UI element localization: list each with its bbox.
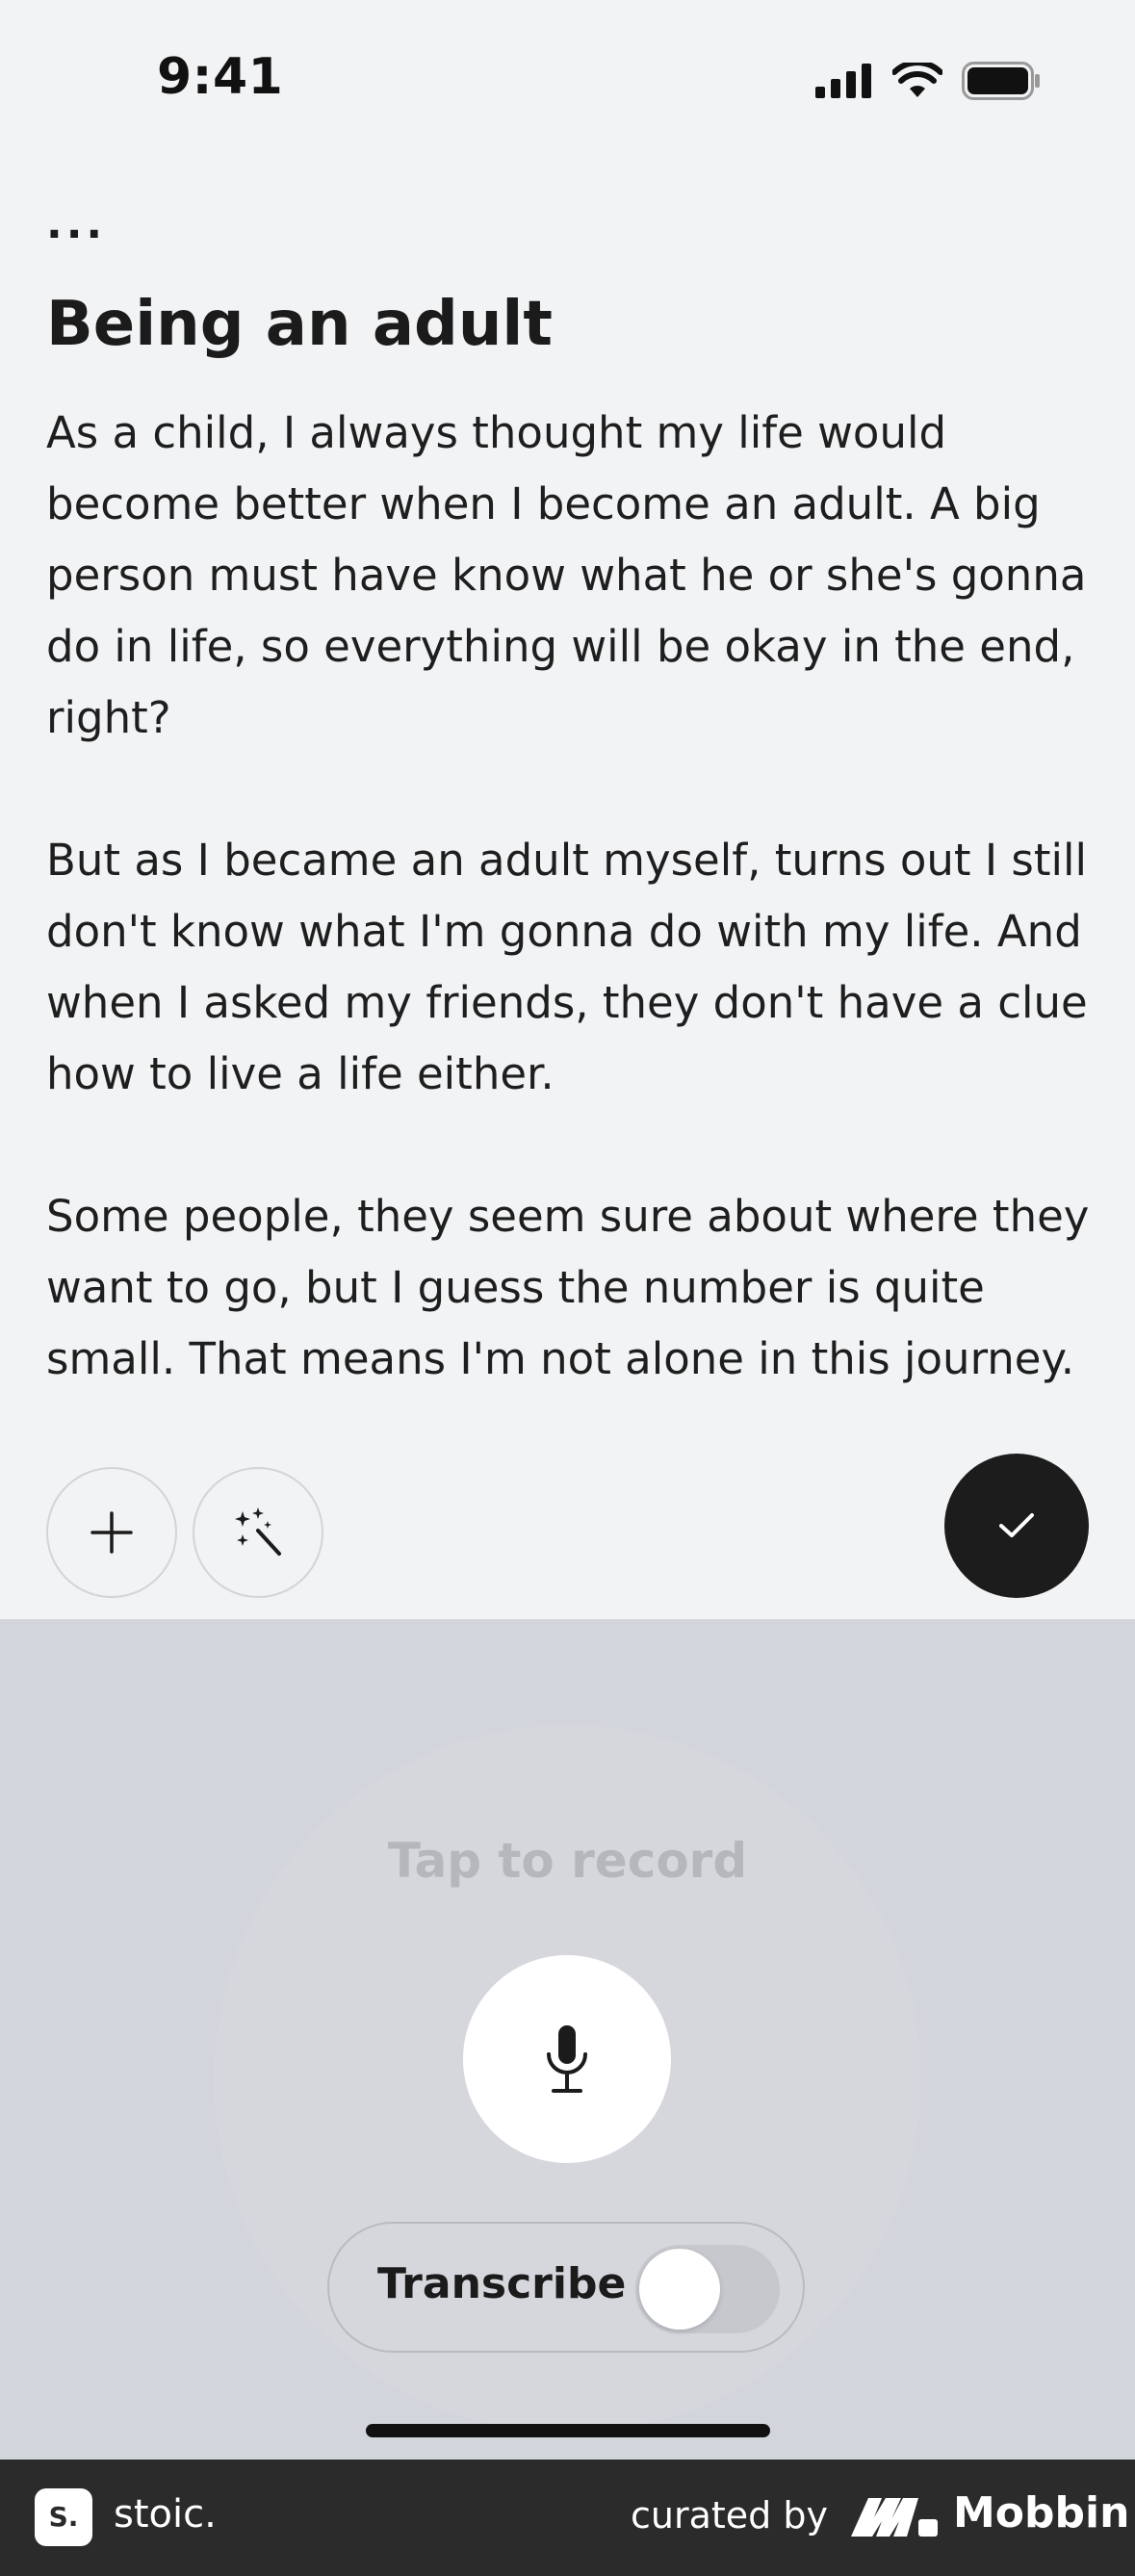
done-button[interactable]: [944, 1454, 1089, 1598]
note-paragraph: Some people, they seem sure about where …: [46, 1191, 1090, 1384]
mobbin-logo-icon: [851, 2498, 938, 2537]
wifi-icon: [892, 63, 942, 97]
status-time: 9:41: [157, 48, 284, 106]
toggle-knob: [639, 2249, 720, 2330]
transcribe-label: Transcribe: [377, 2259, 627, 2308]
microphone-icon: [547, 2025, 587, 2093]
status-icons: [815, 62, 1041, 100]
mobbin-brand: Mobbin: [953, 2488, 1130, 2537]
curated-by-label: curated by: [631, 2494, 828, 2537]
record-button[interactable]: [463, 1955, 671, 2163]
note-paragraph: As a child, I always thought my life wou…: [46, 407, 1087, 743]
status-bar: 9:41: [0, 0, 1135, 168]
transcribe-toggle[interactable]: [635, 2245, 780, 2333]
app-logo: S.: [35, 2488, 92, 2546]
battery-icon: [962, 62, 1040, 100]
home-indicator: [366, 2424, 770, 2437]
plus-icon: [90, 1511, 133, 1554]
note-paragraph: But as I became an adult myself, turns o…: [46, 835, 1088, 1099]
checkmark-icon: [999, 1513, 1034, 1537]
magic-wand-icon: [235, 1507, 281, 1556]
app-name: stoic.: [114, 2492, 217, 2537]
note-body[interactable]: As a child, I always thought my life wou…: [46, 398, 1105, 1395]
record-prompt: Tap to record: [387, 1833, 748, 1889]
footer-bar: S. stoic. curated by Mobbin: [0, 2460, 1135, 2576]
magic-button[interactable]: [193, 1467, 323, 1598]
cellular-signal-icon: [815, 64, 871, 98]
note-title[interactable]: Being an adult: [46, 289, 553, 360]
more-options-button[interactable]: ...: [46, 203, 104, 248]
recorder-panel: Tap to record Transcribe: [0, 1619, 1135, 2460]
transcribe-control: Transcribe: [327, 2222, 805, 2353]
add-button[interactable]: [46, 1467, 177, 1598]
